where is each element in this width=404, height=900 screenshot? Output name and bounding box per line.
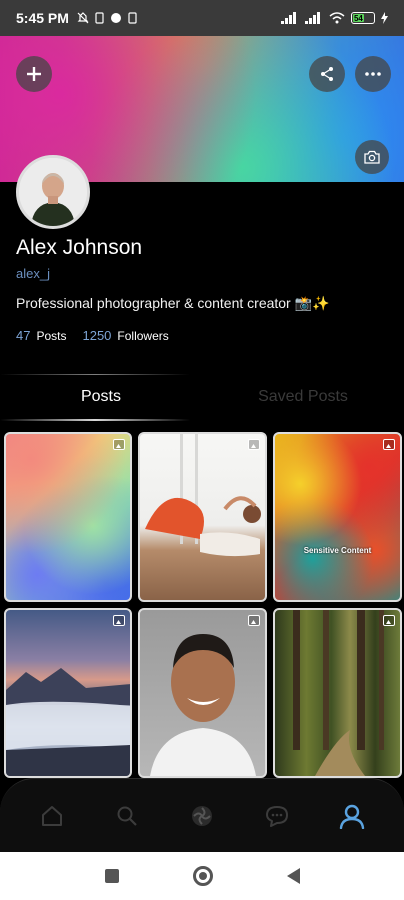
image-icon: [113, 439, 125, 450]
more-icon: [365, 72, 381, 76]
chat-icon: [266, 805, 289, 827]
followers-label[interactable]: Followers: [117, 329, 168, 343]
followers-count[interactable]: 1250: [82, 328, 111, 343]
profile-handle[interactable]: alex_j: [16, 266, 50, 281]
nav-chat[interactable]: [257, 796, 297, 836]
nav-search[interactable]: [107, 796, 147, 836]
image-icon: [383, 439, 395, 450]
profile-name: Alex Johnson: [16, 236, 143, 259]
sensitive-content-label: Sensitive Content: [303, 546, 372, 555]
workout-photo: [145, 434, 261, 557]
search-icon: [117, 806, 137, 826]
posts-grid: Sensitive Content: [4, 432, 402, 778]
profile-bio: Professional photographer & content crea…: [16, 295, 330, 311]
charging-icon: [381, 12, 388, 24]
more-button[interactable]: [355, 56, 391, 92]
avatar-photo: [19, 158, 87, 226]
status-bar: 5:45 PM 54: [0, 0, 404, 36]
profile-icon: [340, 804, 365, 829]
share-button[interactable]: [309, 56, 345, 92]
grid-post-6[interactable]: [273, 608, 402, 778]
add-button[interactable]: [16, 56, 52, 92]
home-button[interactable]: [192, 866, 213, 886]
nav-profile[interactable]: [332, 796, 372, 836]
nav-home[interactable]: [32, 796, 72, 836]
portrait-photo: [150, 634, 256, 776]
battery-level: 54: [353, 13, 364, 23]
mountain-photo: [6, 668, 130, 776]
share-icon: [321, 67, 333, 81]
battery-icon: 54: [351, 12, 375, 24]
image-icon: [113, 615, 125, 626]
change-cover-button[interactable]: [355, 140, 389, 174]
image-icon: [383, 615, 395, 626]
status-time: 5:45 PM: [16, 10, 69, 26]
silent-icon: [77, 12, 89, 24]
whatsapp-icon: [110, 13, 121, 23]
active-tab-indicator: [0, 419, 190, 421]
grid-post-2[interactable]: [138, 432, 267, 602]
image-icon: [248, 615, 260, 626]
signal-icon-2: [305, 12, 320, 24]
bottom-navigation: [0, 778, 404, 852]
nav-explore[interactable]: [182, 796, 222, 836]
posts-label: Posts: [36, 329, 67, 343]
home-icon: [41, 805, 62, 826]
plus-icon: [27, 67, 41, 81]
camera-icon: [364, 150, 380, 164]
image-icon: [248, 439, 260, 450]
status-system-icons: 54: [281, 12, 388, 24]
grid-post-4[interactable]: [4, 608, 132, 778]
posts-count: 47: [16, 328, 31, 343]
wifi-icon: [329, 12, 345, 24]
profile-tabs: Posts Saved Posts: [0, 374, 404, 420]
sim-icon: [95, 12, 104, 24]
system-navigation-bar: [0, 852, 404, 900]
tab-saved-posts[interactable]: Saved Posts: [202, 374, 404, 420]
avatar[interactable]: [16, 155, 90, 229]
back-button[interactable]: [286, 868, 300, 884]
status-notification-icons: [77, 12, 137, 24]
explore-icon: [191, 805, 212, 826]
grid-post-5[interactable]: [138, 608, 267, 778]
grid-post-3[interactable]: Sensitive Content: [273, 432, 402, 602]
signal-icon: [281, 12, 296, 24]
tab-posts[interactable]: Posts: [0, 374, 202, 420]
forest-photo: [293, 610, 384, 776]
sim-icon-2: [128, 12, 137, 24]
grid-post-1[interactable]: [4, 432, 132, 602]
recents-button[interactable]: [104, 869, 119, 883]
profile-stats: 47 Posts 1250 Followers: [16, 328, 179, 343]
